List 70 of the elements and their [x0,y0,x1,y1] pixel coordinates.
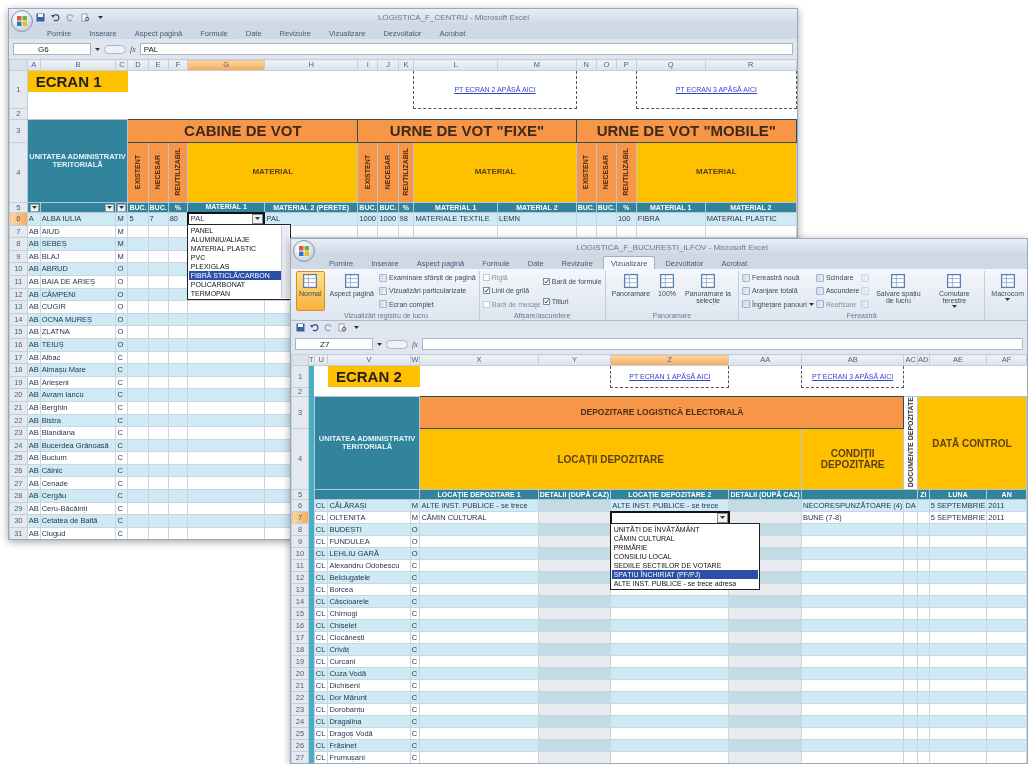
sheet-icon [861,273,870,282]
sheet-icon [659,273,676,289]
sheet-icon [302,273,319,289]
name-box[interactable]: Z7 [295,338,373,350]
caret-icon [951,305,957,308]
name-box[interactable]: G6 [13,43,91,55]
sheet-icon [861,300,870,309]
insert-function-button[interactable]: fx [412,339,418,349]
redo-icon [66,12,75,22]
office-button[interactable] [11,10,33,32]
redo-icon [324,323,333,332]
sheet-icon [742,287,750,295]
formula-field[interactable] [421,338,1023,350]
header-cell: MATERIAL [187,142,358,203]
sheet-icon [742,300,750,309]
header-cell: MATERIAL [413,142,577,203]
header-cell: DATĂ CONTROL [917,396,1027,490]
caret-icon [98,15,103,19]
caret-icon [1005,298,1011,301]
print-preview-icon [338,323,347,332]
four-squares-logo-icon [298,245,310,257]
name-box-caret-icon [377,342,382,346]
name-box-caret-icon [95,47,100,51]
checkbox[interactable] [542,277,550,285]
list-scrollbar[interactable] [280,226,289,299]
sheet-title: ECRAN 2 [327,366,420,387]
print-preview-button[interactable] [337,322,348,333]
window-title: LOGISTICA_F_BUCUREȘTI_ILFOV - Microsoft Excel [575,242,769,252]
undo-button[interactable] [309,322,320,333]
save-button[interactable] [295,322,306,333]
formula-field[interactable]: PAL [139,43,793,55]
sheet-icon [946,273,963,289]
sheet-icon [861,287,870,295]
sheet-title: ECRAN 1 [27,71,128,92]
sheet-icon [378,287,387,295]
checkbox[interactable] [542,297,550,305]
checkbox[interactable] [482,287,490,295]
print-preview-icon [81,12,90,22]
save-button[interactable] [35,11,46,23]
sheet-icon [815,287,824,295]
caret-icon [255,217,261,221]
dropdown-button[interactable] [716,512,728,523]
header-cell: URNE DE VOT "MOBILE" [576,119,797,143]
header-cell: URNE DE VOT "FIXE" [357,119,577,143]
undo-icon [51,12,60,22]
header-cell: MATERIAL [636,142,797,203]
header-cell: CABINE DE VOT [127,119,358,143]
filter-button[interactable] [105,203,115,212]
undo-button[interactable] [50,11,61,23]
sheet-icon [378,300,387,309]
sheet-icon [343,273,360,289]
sheet-icon [378,273,387,282]
sheet-icon [622,273,639,289]
insert-function-button[interactable]: fx [130,44,136,54]
sheet-icon [815,273,824,282]
sheet-icon [890,273,907,289]
header-cell: DEPOZITARE LOGISTICĂ ELECTORALĂ [419,396,904,429]
undo-icon [310,323,319,332]
sheet-icon [700,273,716,289]
header-cell: LOCAȚII DEPOZITARE [419,428,802,490]
sheet-icon [999,273,1016,289]
four-squares-logo-icon [16,15,28,27]
caret-icon [31,206,37,209]
sheet-icon [815,300,824,309]
office-button[interactable] [293,240,315,262]
header-cell: CONDIȚII DEPOZITARE [801,428,904,490]
window-title: LOGISTICA_F_CENTRU - Microsoft Excel [376,12,531,22]
caret-icon [808,302,814,306]
print-preview-button[interactable] [80,11,91,23]
sheet-icon [742,273,750,282]
